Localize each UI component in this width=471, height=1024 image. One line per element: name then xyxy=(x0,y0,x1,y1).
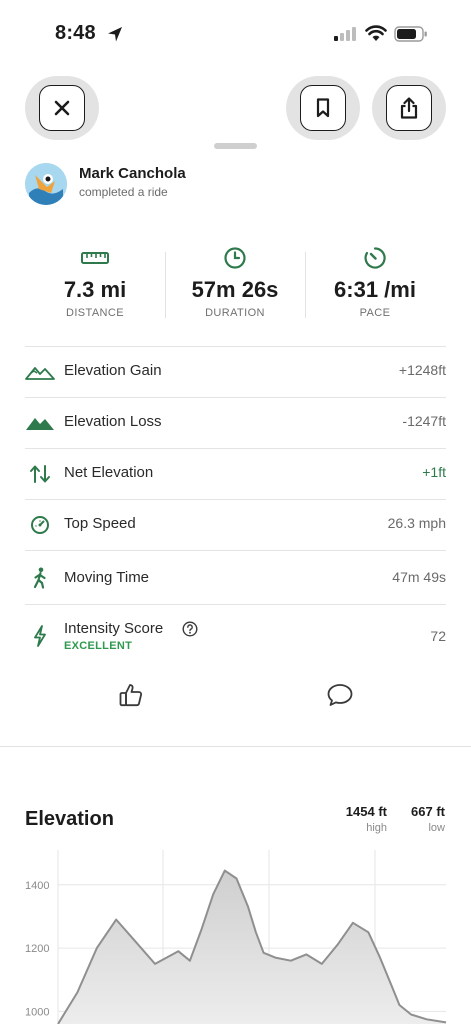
elevation-high: 1454 ft high xyxy=(346,804,387,834)
mountain-filled-icon xyxy=(26,418,54,430)
metric-row-net-elevation: Net Elevation +1ft xyxy=(25,448,446,499)
share-button[interactable] xyxy=(372,76,446,140)
stat-duration-value: 57m 26s xyxy=(191,277,279,302)
battery-icon xyxy=(394,26,427,42)
metric-row-intensity-score: Intensity Score EXCELLENT 72 xyxy=(25,604,446,666)
share-button-face xyxy=(386,85,432,131)
bookmark-button[interactable] xyxy=(286,76,360,140)
stat-duration: 57m 26s DURATION xyxy=(165,245,305,319)
elevation-low-value: 667 ft xyxy=(411,804,445,819)
wifi-icon xyxy=(365,25,387,41)
mountain-outline-icon xyxy=(25,367,55,380)
metric-value: +1248ft xyxy=(398,362,446,378)
elevation-high-value: 1454 ft xyxy=(345,804,387,819)
metric-label: Moving Time xyxy=(64,569,150,586)
elevation-low-label: low xyxy=(428,822,445,834)
lightning-icon xyxy=(34,625,46,647)
bookmark-icon xyxy=(316,98,330,118)
metric-row-elevation-loss: Elevation Loss -1247ft xyxy=(25,397,446,448)
metric-value: +1ft xyxy=(422,464,446,480)
metric-icon-wrap xyxy=(25,567,55,589)
close-icon xyxy=(54,100,70,116)
share-icon xyxy=(400,97,418,119)
up-down-arrows-icon xyxy=(30,465,50,483)
metric-icon-wrap xyxy=(25,463,55,485)
metric-row-top-speed: Top Speed 26.3 mph xyxy=(25,499,446,550)
timer-icon xyxy=(364,247,386,269)
stat-pace-value: 6:31 /mi xyxy=(334,277,416,302)
metric-icon-wrap xyxy=(25,514,55,536)
elevation-high-label: high xyxy=(366,822,387,834)
stat-distance-icon-wrap xyxy=(25,245,165,271)
elevation-title: Elevation xyxy=(25,808,114,830)
elevation-low: 667 ft low xyxy=(411,804,445,834)
metric-icon-wrap xyxy=(25,361,55,383)
chart-y-tick-label: 1000 xyxy=(25,1006,49,1018)
walking-icon xyxy=(33,567,46,589)
metric-icon-wrap xyxy=(25,412,55,434)
ruler-icon xyxy=(81,252,109,264)
stat-duration-icon-wrap xyxy=(165,245,305,271)
metric-label: Top Speed xyxy=(64,515,136,532)
chart-y-tick-label: 1400 xyxy=(25,880,49,892)
metric-label: Elevation Gain xyxy=(64,362,162,379)
metric-value: 47m 49s xyxy=(392,569,446,585)
activity-subtitle: completed a ride xyxy=(79,185,168,199)
stat-pace: 6:31 /mi PACE xyxy=(305,245,445,319)
help-icon[interactable] xyxy=(182,621,198,637)
avatar-image xyxy=(25,163,67,205)
metric-row-moving-time: Moving Time 47m 49s xyxy=(25,550,446,604)
location-arrow-icon xyxy=(108,27,122,42)
thumbs-up-icon[interactable] xyxy=(118,682,144,708)
chart-area-elevation xyxy=(58,870,446,1024)
stat-distance: 7.3 mi DISTANCE xyxy=(25,245,165,319)
close-button-face xyxy=(39,85,85,131)
metric-value: -1247ft xyxy=(402,413,446,429)
close-button[interactable] xyxy=(25,76,99,140)
stat-distance-value: 7.3 mi xyxy=(63,277,127,302)
stat-distance-label: DISTANCE xyxy=(65,307,124,319)
metric-label: Elevation Loss xyxy=(64,413,162,430)
speedometer-icon xyxy=(31,516,49,534)
metric-value: 26.3 mph xyxy=(387,515,446,531)
chart-y-tick-label: 1200 xyxy=(25,943,49,955)
sheet-grabber[interactable] xyxy=(214,143,257,149)
comment-icon[interactable] xyxy=(326,682,354,708)
section-divider xyxy=(0,746,471,747)
stat-duration-label: DURATION xyxy=(205,307,265,319)
metric-label: Net Elevation xyxy=(64,464,154,481)
metric-icon-wrap xyxy=(25,625,55,647)
elevation-chart[interactable]: 1400 1200 1000 xyxy=(0,850,471,1024)
status-time: 8:48 xyxy=(55,22,96,44)
metric-label: Intensity Score xyxy=(64,620,164,637)
metric-row-elevation-gain: Elevation Gain +1248ft xyxy=(25,346,446,397)
avatar[interactable] xyxy=(25,163,67,205)
intensity-rating: EXCELLENT xyxy=(64,640,133,652)
stat-pace-label: PACE xyxy=(359,307,391,319)
user-name[interactable]: Mark Canchola xyxy=(79,165,186,182)
status-bar: 8:48 xyxy=(0,0,471,62)
stat-pace-icon-wrap xyxy=(305,245,445,271)
clock-icon xyxy=(224,247,246,269)
bookmark-button-face xyxy=(300,85,346,131)
cellular-signal-icon xyxy=(334,27,356,41)
metric-value: 72 xyxy=(430,628,446,644)
